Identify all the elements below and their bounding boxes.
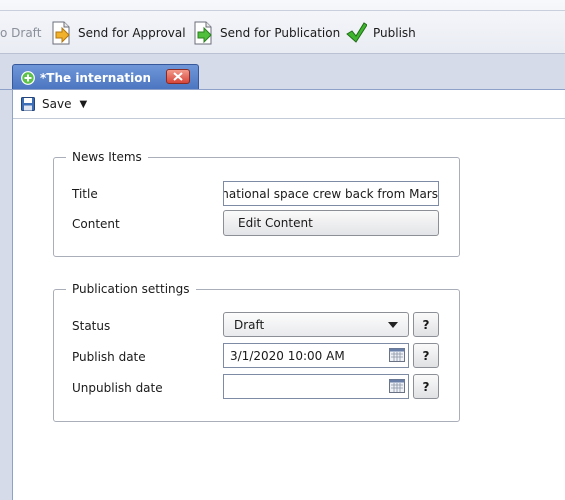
save-toolbar: Save ▼ [13, 90, 565, 119]
editor-panel: Save ▼ News Items Title international sp… [12, 90, 565, 500]
status-value: Draft [234, 317, 265, 332]
status-label: Status [72, 319, 111, 333]
left-gutter [0, 90, 12, 500]
send-for-publication-button[interactable]: Send for Publication [192, 18, 340, 48]
send-publication-icon [194, 21, 212, 45]
publish-date-value: 3/1/2020 10:00 AM [230, 348, 345, 363]
unpublish-date-label: Unpublish date [72, 381, 163, 395]
publish-date-label: Publish date [72, 350, 146, 364]
close-icon [173, 72, 183, 81]
calendar-icon[interactable] [389, 379, 405, 393]
send-approval-label: Send for Approval [78, 26, 186, 40]
news-items-legend: News Items [72, 150, 142, 164]
tab-close-button[interactable] [166, 69, 190, 84]
calendar-icon[interactable] [389, 348, 405, 362]
document-tab-strip: *The international sp [0, 54, 565, 90]
document-tab[interactable]: *The international sp [12, 64, 199, 90]
send-publication-label: Send for Publication [220, 26, 341, 40]
draft-button[interactable]: o Draft [0, 18, 41, 48]
content-label: Content [72, 217, 120, 231]
help-icon: ? [422, 379, 430, 394]
top-toolbar: o Draft Send for Approval Send for Publi… [0, 0, 565, 54]
help-icon: ? [422, 348, 430, 363]
help-icon: ? [422, 317, 430, 332]
title-input[interactable]: international space crew back from Mars [223, 181, 439, 206]
status-help-button[interactable]: ? [413, 312, 439, 337]
edit-content-label: Edit Content [238, 216, 313, 230]
tab-title: *The international sp [40, 70, 150, 85]
title-label: Title [72, 187, 98, 201]
save-button[interactable]: Save [42, 97, 71, 111]
status-dropdown[interactable]: Draft [223, 312, 409, 337]
checkmark-icon [346, 22, 367, 43]
unpublish-date-input[interactable] [223, 374, 409, 399]
unpublish-date-help-button[interactable]: ? [413, 374, 439, 399]
publish-date-input[interactable]: 3/1/2020 10:00 AM [223, 343, 409, 368]
send-approval-icon [52, 21, 70, 45]
floppy-disk-icon[interactable] [21, 97, 35, 111]
toolbar-divider [0, 10, 565, 11]
title-input-value: international space crew back from Mars [224, 186, 438, 201]
chevron-down-icon [388, 322, 398, 328]
save-dropdown-icon[interactable]: ▼ [79, 99, 87, 110]
publication-settings-legend: Publication settings [72, 282, 190, 296]
send-for-approval-button[interactable]: Send for Approval [50, 18, 186, 48]
plus-circle-icon [21, 70, 35, 85]
publish-button[interactable]: Publish [345, 18, 416, 48]
edit-content-button[interactable]: Edit Content [223, 210, 439, 236]
publish-date-help-button[interactable]: ? [413, 343, 439, 368]
draft-label: o Draft [0, 26, 42, 40]
publish-label: Publish [373, 26, 416, 40]
